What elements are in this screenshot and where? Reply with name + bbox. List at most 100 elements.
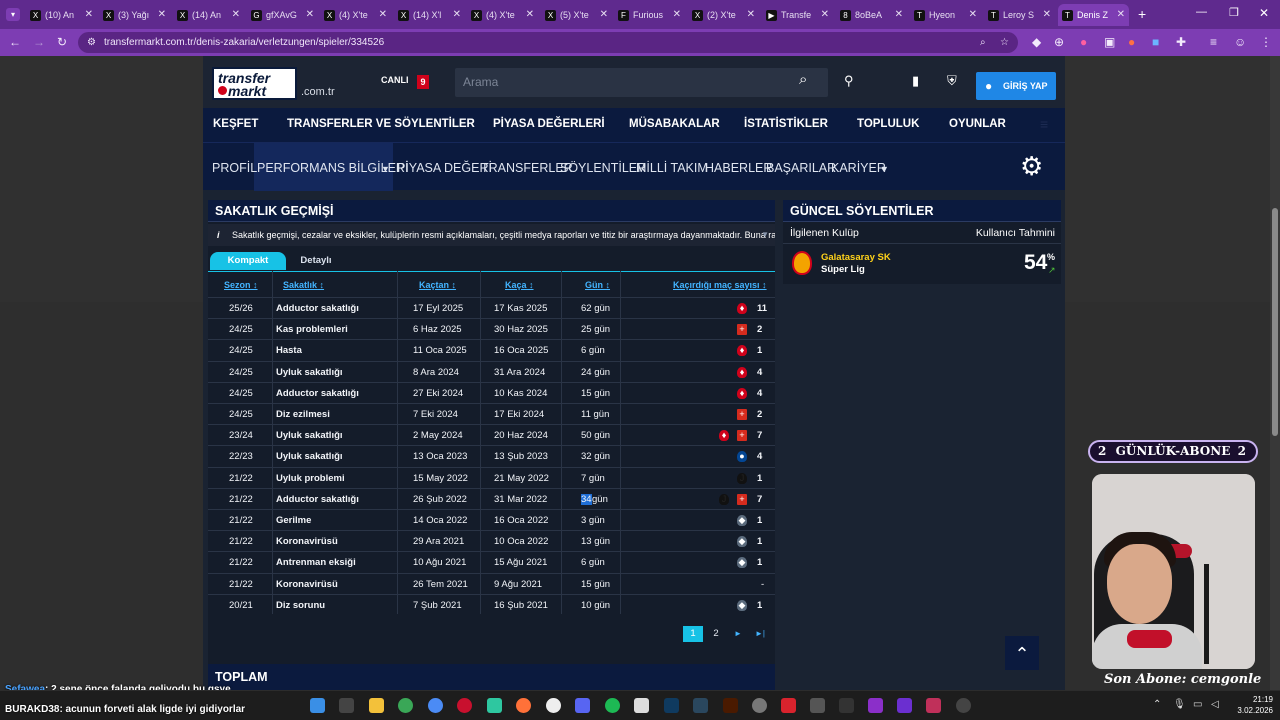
app-icon[interactable] <box>546 698 561 713</box>
tray-expand-icon[interactable]: ⌃ <box>1153 699 1161 710</box>
tab-close-icon[interactable]: ✕ <box>969 9 977 20</box>
firefox-icon[interactable] <box>516 698 531 713</box>
monaco-crest-icon[interactable]: ♦ <box>737 387 747 399</box>
browser-tab[interactable]: T Leroy S ✕ <box>984 4 1055 26</box>
shield-icon[interactable]: ⛨ <box>947 73 957 89</box>
column-from[interactable]: Kaçtan ↕ <box>419 280 456 290</box>
windows-start-icon[interactable] <box>310 698 325 713</box>
column-until[interactable]: Kaça ↕ <box>505 280 534 290</box>
browser-tab[interactable]: X (3) Yağı ✕ <box>99 4 170 26</box>
nav-community[interactable]: TOPLULUK <box>857 118 919 130</box>
tab-close-icon[interactable]: ✕ <box>673 9 681 20</box>
browser-tab[interactable]: 8 8oBeA ✕ <box>836 4 907 26</box>
zoom-icon[interactable]: ⌕ <box>980 32 986 53</box>
tab-close-icon[interactable]: ✕ <box>821 9 829 20</box>
back-icon[interactable]: ← <box>9 35 21 49</box>
forward-icon[interactable]: → <box>33 35 45 49</box>
extension-icon[interactable]: ■ <box>1152 35 1159 49</box>
site-info-icon[interactable]: ⚙ <box>87 32 96 53</box>
network-icon[interactable]: ▭ <box>1193 699 1202 710</box>
injury-info-note[interactable]: i Sakatlık geçmişi, cezalar ve eksikler,… <box>208 224 775 246</box>
minimize-button[interactable]: — <box>1196 6 1207 18</box>
maximize-button[interactable]: ❐ <box>1229 6 1239 19</box>
swiss-flag-icon[interactable]: + <box>737 493 747 505</box>
browser-tab[interactable]: F Furious ✕ <box>614 4 685 26</box>
tab-list-button[interactable]: ▾ <box>6 8 20 21</box>
tab-close-icon[interactable]: ✕ <box>600 9 608 20</box>
subnav-rumors[interactable]: SÖYLENTİLER <box>560 161 646 175</box>
volume-icon[interactable]: ◁ <box>1211 699 1219 710</box>
column-games-missed[interactable]: Kaçırdığı maç sayısı ↕ <box>673 280 767 290</box>
extension-icon[interactable]: ⊕ <box>1054 35 1064 49</box>
browser-tab[interactable]: GgfXAvG ✕ <box>247 4 318 26</box>
tab-close-icon[interactable]: ✕ <box>306 9 314 20</box>
obs-icon[interactable] <box>956 698 971 713</box>
chevron-down-icon[interactable]: ▼ <box>761 224 769 246</box>
tab-close-icon[interactable]: ✕ <box>379 9 387 20</box>
new-tab-button[interactable]: + <box>1138 6 1146 22</box>
bookmark-icon[interactable]: ▮ <box>912 73 919 89</box>
juventus-crest-icon[interactable]: J <box>737 472 747 484</box>
search-icon[interactable]: ⌕ <box>799 71 807 88</box>
browser-tab[interactable]: T Hyeon ✕ <box>910 4 981 26</box>
site-domain-selector[interactable]: .com.tr <box>301 86 335 98</box>
extension-icon[interactable]: ● <box>1080 35 1087 49</box>
monaco-crest-icon[interactable]: ♦ <box>719 430 729 442</box>
browser-tab[interactable]: X (14) X'l ✕ <box>394 4 465 26</box>
browser-tab[interactable]: X (10) An ✕ <box>26 4 97 26</box>
chelsea-crest-icon[interactable]: ● <box>737 451 747 463</box>
nav-transfers[interactable]: TRANSFERLER VE SÖYLENTİLER <box>287 118 475 130</box>
discord-icon[interactable] <box>575 698 590 713</box>
page-1-button[interactable]: 1 <box>683 626 703 642</box>
app-icon[interactable] <box>810 698 825 713</box>
swiss-flag-icon[interactable]: + <box>737 324 747 336</box>
tab-close-icon[interactable]: ✕ <box>526 9 534 20</box>
browser-tab[interactable]: X (4) X'te ✕ <box>320 4 391 26</box>
extension-icon[interactable]: ◆ <box>1032 35 1041 49</box>
gear-icon[interactable]: ⚙ <box>1020 151 1043 182</box>
subnav-achievements[interactable]: BAŞARILAR <box>766 161 836 175</box>
last-page-icon[interactable]: ►| <box>750 626 770 642</box>
browser-tab[interactable]: X (5) X'te ✕ <box>541 4 612 26</box>
rumor-row[interactable]: Galatasaray SK Süper Lig 54 % ↗ <box>783 243 1061 283</box>
live-label[interactable]: CANLI <box>381 75 409 85</box>
tab-close-icon[interactable]: ✕ <box>1043 9 1051 20</box>
nav-competitions[interactable]: MÜSABAKALAR <box>629 118 720 130</box>
column-days[interactable]: Gün ↕ <box>585 280 610 290</box>
chrome-icon[interactable] <box>398 698 413 713</box>
nav-market-values[interactable]: PİYASA DEĞERLERİ <box>493 118 605 130</box>
monaco-crest-icon[interactable]: ♦ <box>737 366 747 378</box>
illustrator-icon[interactable] <box>723 698 738 713</box>
tab-close-icon[interactable]: ✕ <box>895 9 903 20</box>
subnav-career[interactable]: KARİYER <box>831 161 886 175</box>
acrobat-icon[interactable] <box>781 698 796 713</box>
search-input[interactable]: Arama <box>455 68 828 97</box>
tab-close-icon[interactable]: ✕ <box>747 9 755 20</box>
search-icon[interactable] <box>339 698 354 713</box>
browser-tab[interactable]: X (4) X'te ✕ <box>467 4 538 26</box>
browser-tab[interactable]: T Denis Z ✕ <box>1058 4 1129 26</box>
gladbach-crest-icon[interactable]: ◆ <box>737 599 747 611</box>
tab-compact[interactable]: Kompakt <box>210 252 286 270</box>
gladbach-crest-icon[interactable]: ◆ <box>737 515 747 526</box>
nav-statistics[interactable]: İSTATİSTİKLER <box>744 118 828 130</box>
football-manager-icon[interactable] <box>897 698 912 713</box>
nav-kesfet[interactable]: KEŞFET <box>213 118 258 130</box>
column-season[interactable]: Sezon ↕ <box>224 280 258 290</box>
steam-icon[interactable] <box>693 698 708 713</box>
tab-close-icon[interactable]: ✕ <box>1117 9 1125 20</box>
app-icon[interactable] <box>634 698 649 713</box>
monaco-crest-icon[interactable]: ♦ <box>737 345 747 357</box>
tab-close-icon[interactable]: ✕ <box>232 9 240 20</box>
app-icon[interactable] <box>868 698 883 713</box>
extension-icon[interactable]: ▣ <box>1104 35 1115 49</box>
site-logo[interactable]: transfer markt <box>212 67 297 100</box>
browser-tab[interactable]: X (14) An ✕ <box>173 4 244 26</box>
close-window-button[interactable]: ✕ <box>1259 6 1269 20</box>
browser-tab[interactable]: X (2) X'te ✕ <box>688 4 759 26</box>
tab-detailed[interactable]: Detaylı <box>286 252 346 270</box>
page-scrollbar[interactable] <box>1270 56 1280 690</box>
page-2-button[interactable]: 2 <box>706 626 726 642</box>
chrome-icon[interactable] <box>428 698 443 713</box>
photoshop-icon[interactable] <box>664 698 679 713</box>
